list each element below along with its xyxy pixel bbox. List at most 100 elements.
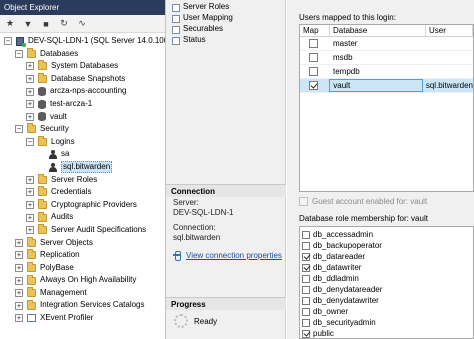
tree-node-replication[interactable]: + Replication <box>0 249 165 262</box>
database-cell[interactable]: tempdb <box>330 65 426 78</box>
tree-node-sa[interactable]: sa <box>0 148 165 161</box>
tree-node-label[interactable]: Replication <box>40 249 80 262</box>
tree-node-audits[interactable]: + Audits <box>0 211 165 224</box>
role-item-db-ddladmin[interactable]: db_ddladmin <box>300 273 473 284</box>
tree-node-label[interactable]: PolyBase <box>40 262 74 275</box>
tree-node-label[interactable]: test-arcza-1 <box>50 98 92 111</box>
tree-node-label[interactable]: Credentials <box>51 186 91 199</box>
expand-icon[interactable]: + <box>26 175 34 184</box>
tree-node-logins[interactable]: − Logins <box>0 136 165 149</box>
tree-node-vault[interactable]: + vault <box>0 111 165 124</box>
page-item-label[interactable]: User Mapping <box>183 12 233 23</box>
tree-node-label[interactable]: sql.bitwarden <box>61 161 113 174</box>
tree-node-label[interactable]: arcza-nps-accounting <box>50 85 126 98</box>
page-item-server-roles[interactable]: Server Roles <box>166 1 285 12</box>
tree-node-polybase[interactable]: + PolyBase <box>0 261 165 275</box>
tree-node-server-roles[interactable]: + Server Roles <box>0 173 165 187</box>
expand-icon[interactable]: + <box>15 289 23 298</box>
role-checkbox[interactable] <box>302 252 310 261</box>
page-item-user-mapping[interactable]: User Mapping <box>166 12 285 23</box>
user-cell[interactable] <box>426 37 473 50</box>
expand-icon[interactable]: + <box>15 251 23 260</box>
tree-node-label[interactable]: Cryptographic Providers <box>51 199 137 212</box>
user-cell[interactable] <box>426 65 473 78</box>
tree-node-sql-bitwarden[interactable]: sql.bitwarden <box>0 161 165 174</box>
user-cell[interactable]: sql.bitwarden <box>423 79 473 92</box>
column-header-user[interactable]: User <box>426 25 473 36</box>
tree-node-server-audit-specifications[interactable]: + Server Audit Specifications <box>0 224 165 237</box>
tree-node-label[interactable]: DEV-SQL-LDN-1 (SQL Server 14.0.1000 <box>28 35 165 48</box>
user-cell[interactable] <box>426 51 473 64</box>
expand-icon[interactable]: + <box>15 276 23 285</box>
map-checkbox[interactable] <box>309 67 318 77</box>
page-item-label[interactable]: Securables <box>183 23 223 34</box>
page-item-label[interactable]: Status <box>183 34 206 45</box>
database-cell[interactable]: master <box>330 37 426 50</box>
role-checkbox[interactable] <box>302 241 310 250</box>
expand-icon[interactable]: + <box>15 314 23 323</box>
expand-icon[interactable]: + <box>26 62 34 71</box>
tree-node-credentials[interactable]: + Credentials <box>0 186 165 199</box>
tree-node-xevent-profiler[interactable]: + XEvent Profiler <box>0 312 165 325</box>
collapse-icon[interactable]: − <box>15 49 23 58</box>
page-item-status[interactable]: Status <box>166 34 285 45</box>
filter-icon[interactable]: ▼ <box>21 17 35 31</box>
role-item-db-datawriter[interactable]: db_datawriter <box>300 262 473 273</box>
column-header-map[interactable]: Map <box>300 25 330 36</box>
expand-icon[interactable]: + <box>15 263 23 272</box>
role-checkbox[interactable] <box>302 263 310 272</box>
tree-node-label[interactable]: XEvent Profiler <box>40 312 93 325</box>
tree-node-label[interactable]: Integration Services Catalogs <box>40 299 145 312</box>
collapse-icon[interactable]: − <box>15 125 23 134</box>
tree-node-integration-services-catalogs[interactable]: + Integration Services Catalogs <box>0 299 165 312</box>
map-checkbox[interactable] <box>309 39 318 49</box>
tree-node-label[interactable]: Audits <box>51 211 73 224</box>
tree-node-label[interactable]: Database Snapshots <box>51 73 125 86</box>
role-item-db-accessadmin[interactable]: db_accessadmin <box>300 229 473 240</box>
role-item-db-owner[interactable]: db_owner <box>300 306 473 317</box>
expand-icon[interactable]: + <box>15 238 23 247</box>
role-item-db-denydatareader[interactable]: db_denydatareader <box>300 284 473 295</box>
mapping-row-master[interactable]: master <box>300 37 473 51</box>
tree-node-management[interactable]: + Management <box>0 287 165 300</box>
map-checkbox[interactable] <box>309 53 318 63</box>
expand-icon[interactable]: + <box>26 75 34 84</box>
tree-node-security[interactable]: − Security <box>0 123 165 136</box>
tree-node-label[interactable]: Security <box>40 123 69 136</box>
tree-node-label[interactable]: Logins <box>51 136 75 149</box>
tree-node-system-databases[interactable]: + System Databases <box>0 60 165 73</box>
role-checkbox[interactable] <box>302 230 310 239</box>
role-item-db-denydatawriter[interactable]: db_denydatawriter <box>300 295 473 306</box>
page-item-label[interactable]: Server Roles <box>183 1 229 12</box>
tree-node-label[interactable]: Always On High Availability <box>40 274 136 287</box>
tree-node-database-snapshots[interactable]: + Database Snapshots <box>0 73 165 86</box>
tree-node-test-arcza-1[interactable]: + test-arcza-1 <box>0 98 165 111</box>
expand-icon[interactable]: + <box>26 87 34 96</box>
tree-node-label[interactable]: Server Audit Specifications <box>51 224 146 237</box>
view-connection-properties-label[interactable]: View connection properties <box>186 251 282 260</box>
activity-icon[interactable]: ∿ <box>75 17 89 31</box>
tree-node-label[interactable]: sa <box>61 148 69 161</box>
expand-icon[interactable]: + <box>26 100 34 109</box>
page-item-securables[interactable]: Securables <box>166 23 285 34</box>
view-connection-properties-link[interactable]: View connection properties <box>172 250 282 261</box>
expand-icon[interactable]: + <box>15 301 23 310</box>
role-checkbox[interactable] <box>302 318 310 327</box>
collapse-icon[interactable]: − <box>4 37 12 46</box>
role-checkbox[interactable] <box>302 329 310 338</box>
tree-node-label[interactable]: System Databases <box>51 60 118 73</box>
stop-icon[interactable]: ■ <box>39 17 53 31</box>
guest-account-checkbox[interactable] <box>299 197 308 206</box>
role-checkbox[interactable] <box>302 296 310 305</box>
role-checkbox[interactable] <box>302 307 310 316</box>
expand-icon[interactable]: + <box>26 213 34 222</box>
expand-icon[interactable]: + <box>26 201 34 210</box>
expand-icon[interactable]: + <box>26 112 34 121</box>
connect-icon[interactable]: ★ <box>3 17 17 31</box>
mapping-row-tempdb[interactable]: tempdb <box>300 65 473 79</box>
mapping-row-vault[interactable]: vault sql.bitwarden <box>300 79 473 93</box>
database-cell[interactable]: msdb <box>330 51 426 64</box>
tree-node-arcza-nps-accounting[interactable]: + arcza-nps-accounting <box>0 85 165 98</box>
tree-node-label[interactable]: vault <box>50 111 67 124</box>
collapse-icon[interactable]: − <box>26 138 34 147</box>
